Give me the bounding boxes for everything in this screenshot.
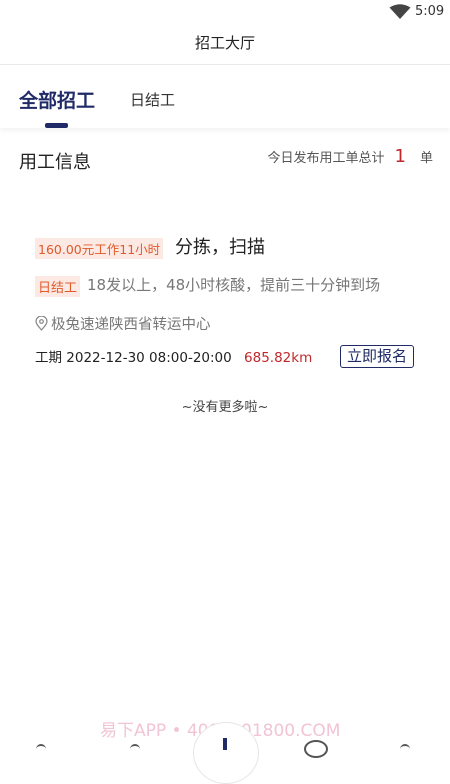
page-title: 招工大厅 — [194, 34, 255, 52]
tab-bar: 全部招工 日结工 — [0, 65, 450, 128]
wifi-icon — [389, 4, 411, 19]
job-distance: 685.82km — [244, 350, 313, 366]
section-title: 用工信息 — [19, 152, 91, 173]
location-pin-icon — [35, 316, 48, 331]
apply-button[interactable]: 立即报名 — [340, 345, 414, 368]
job-period-row: 工期 2022-12-30 08:00-20:00 685.82km — [35, 346, 312, 366]
salary-tag: 160.00元工作11小时 — [35, 238, 164, 259]
title-bar: 招工大厅 — [0, 24, 450, 65]
nav-message-icon[interactable] — [304, 740, 328, 758]
status-time: 5:09 — [415, 4, 445, 19]
bottom-nav-bar — [0, 722, 450, 784]
status-bar: 5:09 — [0, 0, 450, 24]
summary-label: 今日发布用工单总计 — [267, 151, 385, 166]
job-location: 极兔速递陕西省转运中心 — [35, 313, 211, 334]
nav-center-icon — [223, 738, 227, 750]
job-type-tag: 日结工 — [35, 276, 81, 297]
nav-home-icon[interactable] — [36, 744, 46, 754]
job-requirements: 18发以上，48小时核酸，提前三十分钟到场 — [87, 276, 381, 294]
nav-profile-icon[interactable] — [400, 744, 410, 754]
location-text: 极兔速递陕西省转运中心 — [51, 317, 211, 333]
nav-center-button[interactable] — [193, 722, 259, 784]
job-card[interactable]: 160.00元工作11小时 分拣，扫描 日结工 18发以上，48小时核酸，提前三… — [35, 228, 420, 378]
daily-summary: 今日发布用工单总计 1 单 — [268, 146, 433, 167]
active-tab-indicator — [45, 123, 68, 128]
job-name: 分拣，扫描 — [175, 237, 265, 258]
summary-count: 1 — [394, 146, 406, 167]
nav-list-icon[interactable] — [130, 744, 140, 754]
no-more-footer: ~没有更多啦~ — [181, 400, 269, 415]
summary-unit: 单 — [419, 151, 433, 166]
job-period: 工期 2022-12-30 08:00-20:00 — [35, 350, 232, 366]
tab-daily-workers[interactable]: 日结工 — [130, 89, 175, 110]
tab-all-recruitment[interactable]: 全部招工 — [19, 86, 95, 113]
